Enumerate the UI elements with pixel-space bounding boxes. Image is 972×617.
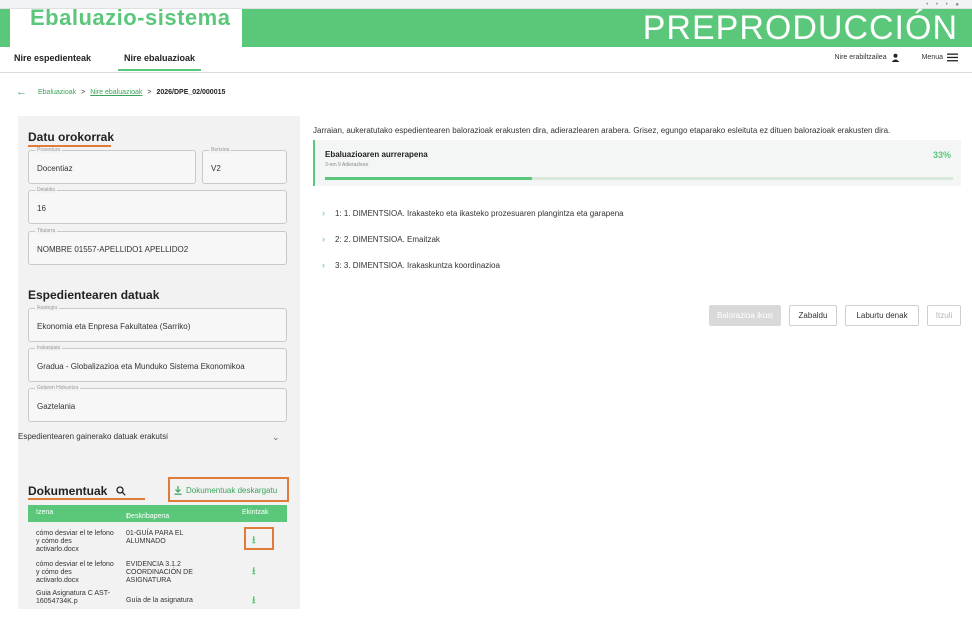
language-label: Gidaren Hizkuntza bbox=[35, 385, 81, 391]
faculty-value: Ekonomia eta Enpresa Fakultatea (Sarriko… bbox=[37, 322, 191, 331]
chevron-right-icon: › bbox=[322, 234, 325, 244]
progress-fill bbox=[325, 177, 533, 180]
call-label: Deialdia bbox=[35, 187, 58, 193]
documents-table-header: Izena Deskribapena 🡑 Ekintzak bbox=[28, 505, 287, 522]
breadcrumb-evaluations[interactable]: Ebaluazioak bbox=[38, 89, 76, 96]
breadcrumb-separator: > bbox=[81, 88, 86, 96]
back-arrow-icon[interactable]: ← bbox=[16, 86, 27, 98]
chevron-down-icon[interactable]: ⌄ bbox=[272, 432, 280, 443]
collapse-all-button[interactable]: Laburtu denak bbox=[845, 305, 919, 326]
language-field: Gidaren Hizkuntza Gaztelania bbox=[28, 385, 287, 422]
search-icon[interactable] bbox=[116, 486, 126, 496]
progress-card: Ebaluazioaren aurrerapena 3-ren 9 Adiera… bbox=[313, 140, 961, 186]
progress-track bbox=[325, 177, 953, 180]
chevron-right-icon: › bbox=[322, 208, 325, 218]
document-description: 01-GUÍA PARA EL ALUMNADO bbox=[126, 530, 184, 545]
dimension-label: 1: 1. DIMENTSIOA. Irakasteko eta ikastek… bbox=[335, 208, 624, 218]
file-data-title: Espedientearen datuak bbox=[28, 288, 160, 302]
back-button[interactable]: Itzuli bbox=[927, 305, 961, 326]
view-assessment-button[interactable]: Balorazioa ikusi bbox=[709, 305, 781, 326]
progress-percent: 33% bbox=[932, 150, 951, 160]
language-value: Gaztelania bbox=[37, 402, 76, 411]
expand-button[interactable]: Zabaldu bbox=[789, 305, 837, 326]
sort-up-icon: 🡑 bbox=[126, 514, 130, 521]
dimension-label: 2: 2. DIMENTSIOA. Emaitzak bbox=[335, 234, 440, 244]
document-name: cómo desviar el te lefono y cómo des act… bbox=[36, 530, 114, 553]
procedure-field: Prozedura Docentiaz bbox=[28, 147, 196, 184]
progress-title: Ebaluazioaren aurrerapena bbox=[325, 150, 428, 159]
download-documents-button[interactable]: Dokumentuak deskargatu bbox=[170, 480, 287, 500]
degree-field: Irakaspaia Gradua - Globalizazioa eta Mu… bbox=[28, 345, 287, 382]
nav-right: Nire erabiltzailea Menua bbox=[834, 53, 958, 62]
document-name: cómo desviar el te lefono y cómo des act… bbox=[36, 561, 114, 584]
column-actions: Ekintzak bbox=[242, 509, 269, 516]
holder-field: Titularra NOMBRE 01557-APELLIDO1 APELLID… bbox=[28, 228, 287, 265]
progress-subtitle: 3-ren 9 Adierazlean bbox=[325, 162, 369, 168]
app-header: Ebaluazio-sistema PREPRODUCCIÓN bbox=[0, 5, 972, 47]
faculty-field: Ikastegia Ekonomia eta Enpresa Fakultate… bbox=[28, 305, 287, 342]
breadcrumb-my-evaluations[interactable]: Nire ebaluazioak bbox=[90, 89, 142, 96]
general-data-title: Datu orokorrak bbox=[28, 130, 115, 144]
version-label: Bertsioa bbox=[209, 147, 232, 153]
intro-text: Jarraian, aukeratutako espedientearen ba… bbox=[313, 126, 891, 135]
tab-my-evaluations[interactable]: Nire ebaluazioak bbox=[117, 53, 202, 71]
chevron-right-icon: › bbox=[322, 260, 325, 270]
holder-label: Titularra bbox=[35, 228, 58, 234]
breadcrumb: ← Ebaluazioak > Nire ebaluazioak > 2026/… bbox=[16, 86, 225, 98]
hamburger-menu-icon[interactable] bbox=[947, 53, 958, 62]
version-field: Bertsioa V2 bbox=[202, 147, 287, 184]
environment-label: PREPRODUCCIÓN bbox=[642, 9, 958, 47]
document-description: EVIDENCIA 3.1.2 COORDINACIÓN DE ASIGNATU… bbox=[126, 561, 193, 584]
column-description-label: Deskribapena bbox=[126, 513, 170, 520]
download-icon[interactable]: ⭳ bbox=[252, 564, 256, 581]
top-navbar: Nire espedienteak Nire ebaluazioak Nire … bbox=[0, 47, 972, 73]
user-menu-label[interactable]: Nire erabiltzailea bbox=[834, 54, 886, 61]
download-icon[interactable]: ⭳ bbox=[252, 593, 256, 610]
column-name[interactable]: Izena bbox=[36, 509, 53, 516]
breadcrumb-current: 2026/DPE_02/000015 bbox=[156, 88, 226, 96]
degree-value: Gradua - Globalizazioa eta Munduko Siste… bbox=[37, 362, 245, 371]
document-name: Guia Asignatura C AST-16054734K.p bbox=[36, 590, 110, 605]
version-value: V2 bbox=[211, 164, 221, 173]
download-icon bbox=[174, 485, 182, 495]
highlight-underline bbox=[28, 498, 145, 500]
app-title: Ebaluazio-sistema bbox=[30, 5, 231, 30]
highlight-box bbox=[244, 527, 274, 550]
holder-value: NOMBRE 01557-APELLIDO1 APELLIDO2 bbox=[37, 245, 189, 254]
breadcrumb-separator: > bbox=[147, 88, 152, 96]
dimension-item[interactable]: › 1: 1. DIMENTSIOA. Irakasteko eta ikast… bbox=[322, 208, 624, 218]
call-value: 16 bbox=[37, 204, 46, 213]
document-description: Guía de la asignatura bbox=[126, 597, 193, 604]
table-row: Guia Asignatura C AST-16054734K.p Guía d… bbox=[28, 587, 287, 617]
logo-box: Ebaluazio-sistema bbox=[10, 5, 242, 47]
tab-my-files[interactable]: Nire espedienteak bbox=[14, 53, 91, 63]
dimension-label: 3: 3. DIMENTSIOA. Irakaskuntza koordinaz… bbox=[335, 260, 500, 270]
dimension-item[interactable]: › 2: 2. DIMENTSIOA. Emaitzak bbox=[322, 234, 440, 244]
user-icon[interactable] bbox=[891, 53, 900, 62]
menu-label[interactable]: Menua bbox=[922, 54, 943, 61]
documents-title: Dokumentuak bbox=[28, 484, 108, 498]
degree-label: Irakaspaia bbox=[35, 345, 63, 351]
table-row: cómo desviar el te lefono y cómo des act… bbox=[28, 558, 287, 588]
procedure-label: Prozedura bbox=[35, 147, 63, 153]
download-documents-label: Dokumentuak deskargatu bbox=[186, 485, 278, 495]
call-field: Deialdia 16 bbox=[28, 187, 287, 224]
procedure-value: Docentiaz bbox=[37, 164, 73, 173]
show-more-file-data[interactable]: Espedientearen gainerako datuak erakutsi bbox=[18, 432, 168, 441]
dimension-item[interactable]: › 3: 3. DIMENTSIOA. Irakaskuntza koordin… bbox=[322, 260, 500, 270]
browser-controls-icon: • • • ● bbox=[926, 2, 962, 8]
faculty-label: Ikastegia bbox=[35, 305, 60, 311]
